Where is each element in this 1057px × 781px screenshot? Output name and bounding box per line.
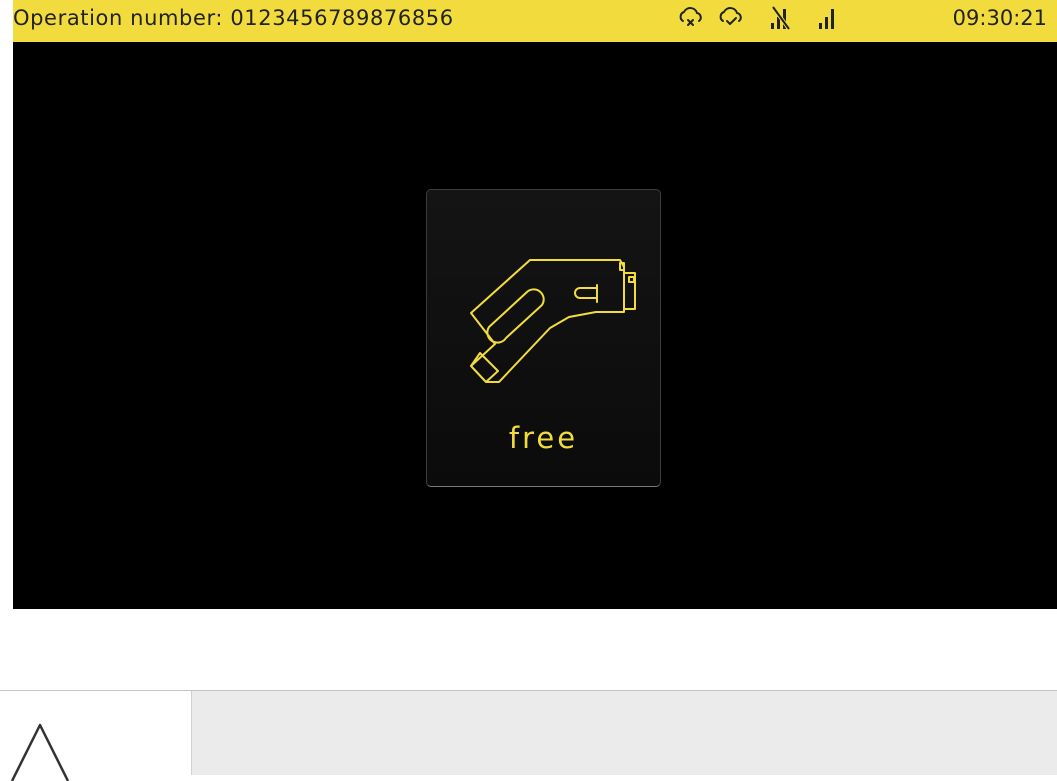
clock: 09:30:21 [952,6,1047,30]
cloud-connected-icon [719,7,742,25]
bottom-panel [0,690,1057,781]
operation-number-label: Operation number: [13,6,224,30]
gun-status-label: free [508,421,579,455]
no-network-signal-icon [771,5,791,31]
signal-strength-icon [819,9,834,29]
operation-number: Operation number: 0123456789876856 [13,0,454,36]
message-area [191,691,1057,775]
cloud-disconnected-icon [679,7,702,26]
status-bar: Operation number: 0123456789876856 09:30… [13,0,1057,42]
warning-triangle-icon [10,723,70,781]
charging-gun-card[interactable]: free [426,189,661,487]
operation-number-value: 0123456789876856 [230,6,454,30]
charging-plug-icon [470,259,636,383]
charger-screen: Operation number: 0123456789876856 09:30… [13,0,1057,609]
